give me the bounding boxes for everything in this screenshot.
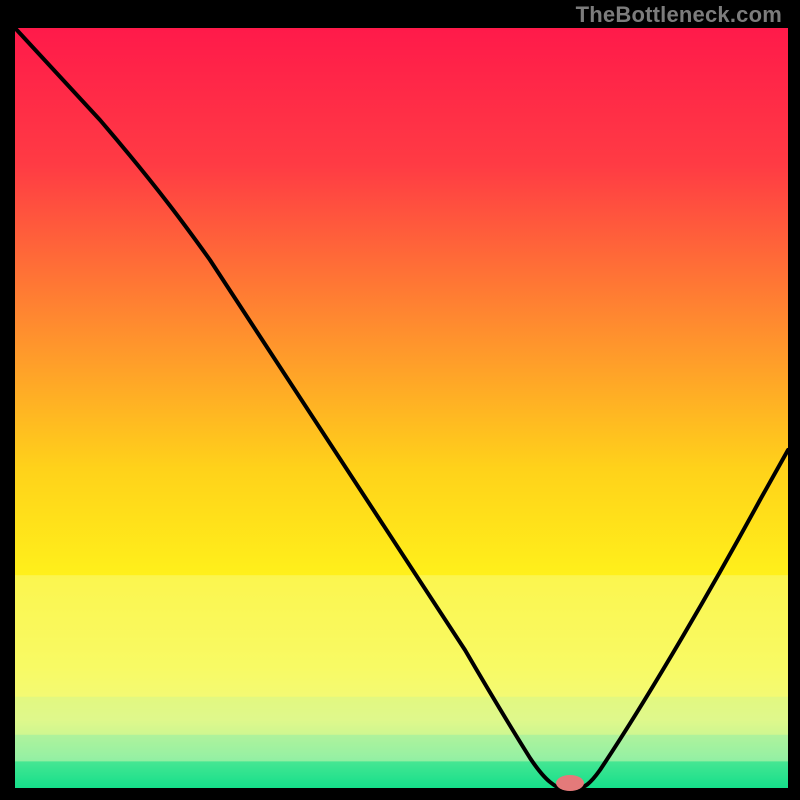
watermark-text: TheBottleneck.com <box>576 2 782 28</box>
optimal-point-marker <box>556 775 584 791</box>
bottleneck-chart <box>0 0 800 800</box>
chart-frame: TheBottleneck.com <box>0 0 800 800</box>
plot-background <box>15 28 788 788</box>
